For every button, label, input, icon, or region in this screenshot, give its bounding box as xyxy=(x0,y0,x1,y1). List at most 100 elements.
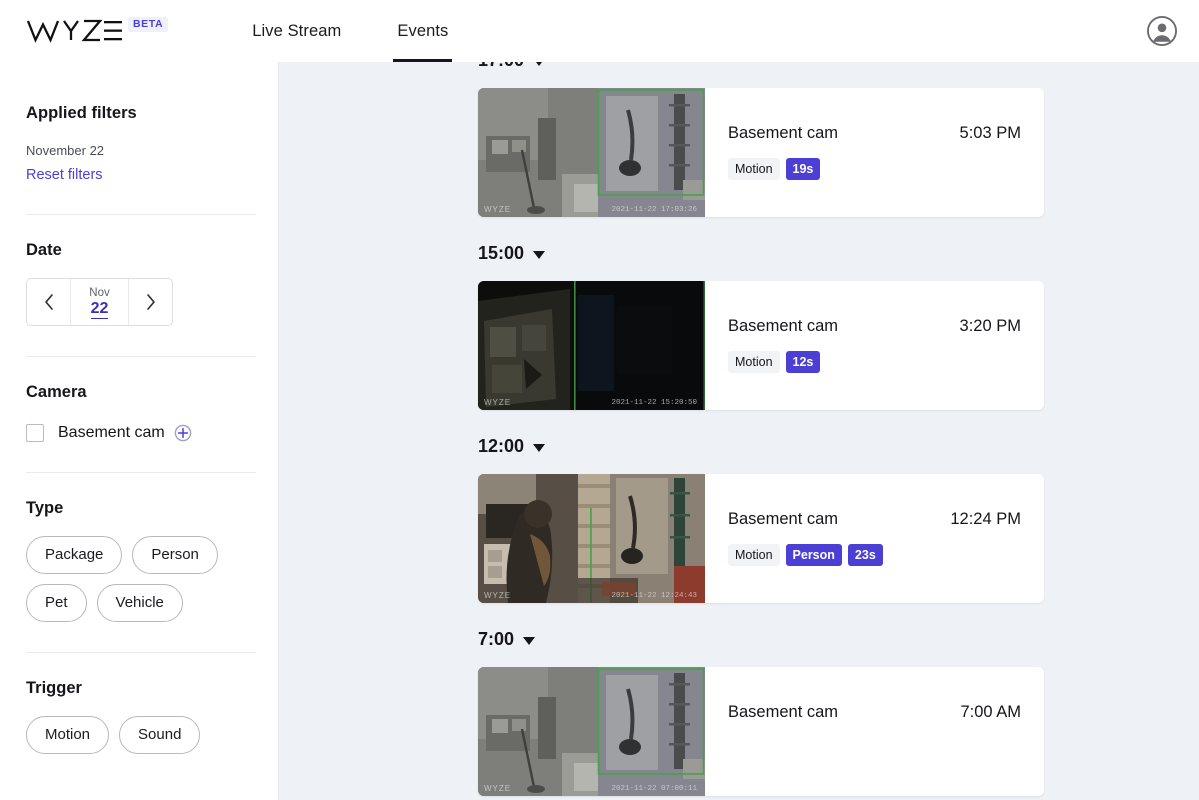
camera-section-title: Camera xyxy=(26,383,87,401)
date-month-label: Nov xyxy=(89,287,110,299)
event-camera-name: Basement cam xyxy=(728,510,839,528)
thumbnail-watermark: WYZE xyxy=(484,398,512,407)
event-group-header[interactable]: 12:00 xyxy=(478,410,1199,474)
trigger-section-title: Trigger xyxy=(26,679,82,697)
thumbnail-timestamp: 2021-11-22 12:24:43 xyxy=(611,592,697,600)
event-group: 12:00 WYZE 2021-11-22 12:24:43 Basement … xyxy=(478,410,1199,603)
event-group-header[interactable]: 17:00 xyxy=(478,62,1199,88)
type-chip-vehicle[interactable]: Vehicle xyxy=(96,584,183,622)
event-badge: Motion xyxy=(728,351,780,373)
chevron-right-icon xyxy=(146,294,155,310)
event-badge-group: Motion 12s xyxy=(728,351,1021,373)
thumbnail-watermark: WYZE xyxy=(484,784,512,793)
camera-checkbox-basement-cam[interactable] xyxy=(26,424,44,442)
account-avatar-icon[interactable] xyxy=(1147,16,1177,46)
applied-filters-section: Applied filters November 22 Reset filter… xyxy=(26,62,256,184)
event-thumbnail[interactable]: WYZE 2021-11-22 17:03:26 xyxy=(478,88,705,217)
events-feed: 17:00 WYZE 2021-11-22 17:03:26 Basement ca… xyxy=(478,62,1199,796)
beta-badge: BETA xyxy=(128,17,169,32)
caret-down-icon xyxy=(533,62,546,66)
event-badge-group: Motion Person 23s xyxy=(728,544,1021,566)
event-time: 5:03 PM xyxy=(959,124,1021,142)
type-chip-pet[interactable]: Pet xyxy=(26,584,87,622)
date-stepper: Nov 22 xyxy=(26,278,173,326)
camera-label-basement-cam: Basement cam xyxy=(58,424,165,441)
event-group-time-label: 7:00 xyxy=(478,629,515,649)
thumbnail-timestamp: 2021-11-22 07:00:11 xyxy=(611,785,697,793)
trigger-filter-section: Trigger Motion Sound xyxy=(26,653,256,754)
caret-down-icon xyxy=(533,250,546,259)
event-badge: Person xyxy=(785,544,842,566)
type-chip-person[interactable]: Person xyxy=(132,536,218,574)
event-card-body: Basement cam 3:20 PM Motion 12s xyxy=(705,281,1044,410)
events-main-panel: 17:00 WYZE 2021-11-22 17:03:26 Basement ca… xyxy=(279,62,1199,800)
nav-item-events[interactable]: Events xyxy=(393,0,453,62)
camera-filter-row: Basement cam xyxy=(26,424,256,442)
thumbnail-watermark: WYZE xyxy=(484,205,512,214)
event-thumbnail[interactable]: WYZE 2021-11-22 15:20:50 xyxy=(478,281,705,410)
event-badge: 12s xyxy=(785,351,821,373)
thumbnail-timestamp: 2021-11-22 17:03:26 xyxy=(611,206,697,214)
type-section-title: Type xyxy=(26,499,64,517)
event-camera-name: Basement cam xyxy=(728,124,839,142)
nav-item-live-stream[interactable]: Live Stream xyxy=(248,0,345,62)
event-badge: 19s xyxy=(785,158,821,180)
event-group-time-label: 17:00 xyxy=(478,62,524,71)
event-group-header[interactable]: 7:00 xyxy=(478,603,1199,667)
event-group-header[interactable]: 15:00 xyxy=(478,217,1199,281)
trigger-chip-motion[interactable]: Motion xyxy=(26,716,110,754)
main-nav: Live Stream Events xyxy=(248,0,500,62)
event-group: 17:00 WYZE 2021-11-22 17:03:26 Basement ca… xyxy=(478,62,1199,217)
chevron-left-icon xyxy=(44,294,53,310)
trigger-chip-sound[interactable]: Sound xyxy=(119,716,201,754)
event-card-header: Basement cam 5:03 PM xyxy=(728,124,1021,143)
event-thumbnail[interactable]: WYZE 2021-11-22 07:00:11 xyxy=(478,667,705,796)
applied-filters-title: Applied filters xyxy=(26,104,137,122)
event-thumbnail[interactable]: WYZE 2021-11-22 12:24:43 xyxy=(478,474,705,603)
add-camera-button[interactable] xyxy=(174,424,192,442)
caret-down-icon xyxy=(533,443,546,452)
event-group: 7:00 WYZE 2021-11-22 07:00:11 Basement cam… xyxy=(478,603,1199,796)
event-time: 12:24 PM xyxy=(950,510,1021,528)
add-circle-icon xyxy=(174,424,192,442)
event-time: 3:20 PM xyxy=(959,317,1021,335)
date-next-button[interactable] xyxy=(128,279,172,325)
date-prev-button[interactable] xyxy=(27,279,71,325)
app-header: BETA Live Stream Events xyxy=(0,0,1199,62)
event-group-time-label: 15:00 xyxy=(478,243,525,263)
camera-filter-section: Camera Basement cam xyxy=(26,357,256,442)
type-chip-group: Package Person Pet Vehicle xyxy=(26,536,236,622)
event-card[interactable]: WYZE 2021-11-22 07:00:11 Basement cam 7:00 … xyxy=(478,667,1044,796)
event-card-header: Basement cam 3:20 PM xyxy=(728,317,1021,336)
event-card[interactable]: WYZE 2021-11-22 17:03:26 Basement cam 5:03 … xyxy=(478,88,1044,217)
event-card[interactable]: WYZE 2021-11-22 15:20:50 Basement cam 3:20 … xyxy=(478,281,1044,410)
event-card-body: Basement cam 7:00 AM xyxy=(705,667,1044,796)
event-badge: 23s xyxy=(847,544,883,566)
wyze-events-page: BETA Live Stream Events Applied filters … xyxy=(0,0,1199,800)
event-card[interactable]: WYZE 2021-11-22 12:24:43 Basement cam 12:24… xyxy=(478,474,1044,603)
caret-down-icon xyxy=(523,636,536,645)
event-badge-group: Motion 19s xyxy=(728,158,1021,180)
event-card-header: Basement cam 7:00 AM xyxy=(728,703,1021,722)
date-section-title: Date xyxy=(26,241,62,259)
event-group: 15:00 WYZE 2021-11-22 15:20:50 Basement ca… xyxy=(478,217,1199,410)
date-day-label: 22 xyxy=(90,300,109,319)
trigger-chip-group: Motion Sound xyxy=(26,716,236,754)
event-badge: Motion xyxy=(728,158,780,180)
event-time: 7:00 AM xyxy=(960,703,1021,721)
event-card-header: Basement cam 12:24 PM xyxy=(728,510,1021,529)
filters-sidebar: Applied filters November 22 Reset filter… xyxy=(0,62,279,800)
event-card-body: Basement cam 12:24 PM Motion Person 23s xyxy=(705,474,1044,603)
event-camera-name: Basement cam xyxy=(728,317,839,335)
wyze-wordmark-icon xyxy=(26,19,122,43)
brand-logo[interactable]: BETA xyxy=(26,16,169,46)
event-badge: Motion xyxy=(728,544,780,566)
applied-filters-value: November 22 xyxy=(26,143,105,158)
thumbnail-timestamp: 2021-11-22 15:20:50 xyxy=(611,399,697,407)
type-chip-package[interactable]: Package xyxy=(26,536,123,574)
date-current-value[interactable]: Nov 22 xyxy=(71,279,128,325)
type-filter-section: Type Package Person Pet Vehicle xyxy=(26,473,256,622)
thumbnail-watermark: WYZE xyxy=(484,591,512,600)
event-camera-name: Basement cam xyxy=(728,703,839,721)
reset-filters-link[interactable]: Reset filters xyxy=(26,167,103,183)
